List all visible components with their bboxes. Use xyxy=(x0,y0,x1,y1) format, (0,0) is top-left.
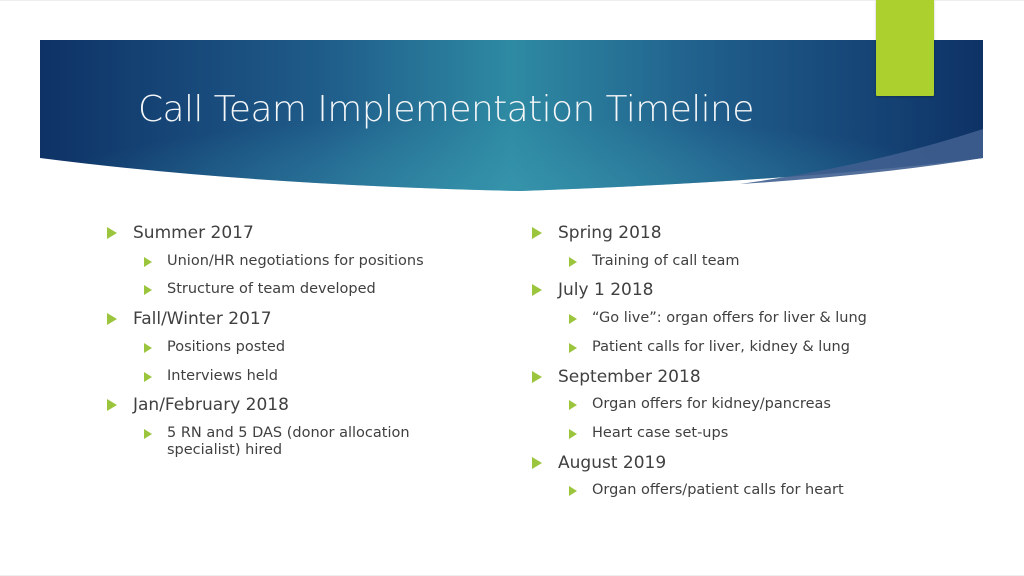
bullet-triangle-icon xyxy=(569,342,577,353)
timeline-period: Summer 2017 xyxy=(107,223,254,243)
bullet-triangle-icon xyxy=(144,371,152,382)
timeline-detail-text: Heart case set-ups xyxy=(592,424,729,441)
bullet-triangle-icon xyxy=(144,342,152,353)
bullet-triangle-icon xyxy=(144,285,152,296)
timeline-detail-text: Training of call team xyxy=(592,252,740,269)
bullet-triangle-icon xyxy=(569,486,577,497)
bullet-triangle-icon xyxy=(569,314,577,325)
timeline-period: Spring 2018 xyxy=(532,223,662,243)
timeline-detail-text: Patient calls for liver, kidney & lung xyxy=(592,338,850,355)
timeline-detail-text: Structure of team developed xyxy=(167,281,376,298)
bullet-triangle-icon xyxy=(532,456,542,469)
timeline-detail: 5 RN and 5 DAS (donor allocation special… xyxy=(144,424,467,459)
timeline-period: July 1 2018 xyxy=(532,280,654,301)
bullet-triangle-icon xyxy=(569,256,577,267)
timeline-detail: Heart case set-ups xyxy=(569,424,729,442)
timeline-detail: “Go live”: organ offers for liver & lung xyxy=(569,310,867,327)
bullet-triangle-icon xyxy=(144,428,152,439)
timeline-detail: Interviews held xyxy=(144,367,278,385)
timeline-period-label: Summer 2017 xyxy=(133,223,254,243)
timeline-period: September 2018 xyxy=(532,366,701,387)
timeline-detail: Organ offers for kidney/pancreas xyxy=(569,396,831,413)
timeline-detail-text: Positions posted xyxy=(167,338,286,355)
bullet-triangle-icon xyxy=(569,428,577,439)
timeline-period: Fall/Winter 2017 xyxy=(107,309,272,330)
timeline-period-label: Jan/February 2018 xyxy=(133,395,289,416)
accent-tab xyxy=(876,0,934,96)
bullet-triangle-icon xyxy=(532,227,542,239)
timeline-detail: Union/HR negotiations for positions xyxy=(144,252,424,270)
timeline-detail-text: 5 RN and 5 DAS (donor allocation special… xyxy=(167,424,410,458)
timeline-detail: Organ offers/patient calls for heart xyxy=(569,482,844,499)
bullet-triangle-icon xyxy=(532,284,542,297)
timeline-period-label: Spring 2018 xyxy=(558,223,662,243)
bullet-triangle-icon xyxy=(107,227,117,239)
bullet-triangle-icon xyxy=(107,399,117,412)
timeline-detail-text: Organ offers for kidney/pancreas xyxy=(592,396,831,413)
timeline-period-label: August 2019 xyxy=(558,452,667,473)
timeline-detail-text: “Go live”: organ offers for liver & lung xyxy=(592,310,867,327)
timeline-detail-text: Organ offers/patient calls for heart xyxy=(592,482,844,499)
timeline-detail-text: Union/HR negotiations for positions xyxy=(167,252,424,269)
timeline-detail: Training of call team xyxy=(569,252,740,270)
timeline-detail: Positions posted xyxy=(144,338,286,356)
timeline-detail-text: Interviews held xyxy=(167,367,278,384)
slide: Call Team Implementation Timeline Summer… xyxy=(0,0,1024,576)
timeline-period-label: Fall/Winter 2017 xyxy=(133,309,272,330)
bullet-triangle-icon xyxy=(144,256,152,267)
bullet-triangle-icon xyxy=(107,313,117,326)
timeline-period-label: September 2018 xyxy=(558,366,701,387)
timeline-detail: Structure of team developed xyxy=(144,281,376,298)
bullet-triangle-icon xyxy=(569,400,577,411)
timeline-detail: Patient calls for liver, kidney & lung xyxy=(569,338,850,356)
timeline-period: August 2019 xyxy=(532,452,667,473)
timeline-period-label: July 1 2018 xyxy=(558,280,654,301)
slide-title: Call Team Implementation Timeline xyxy=(138,89,754,130)
bullet-triangle-icon xyxy=(532,370,542,383)
timeline-period: Jan/February 2018 xyxy=(107,395,289,416)
